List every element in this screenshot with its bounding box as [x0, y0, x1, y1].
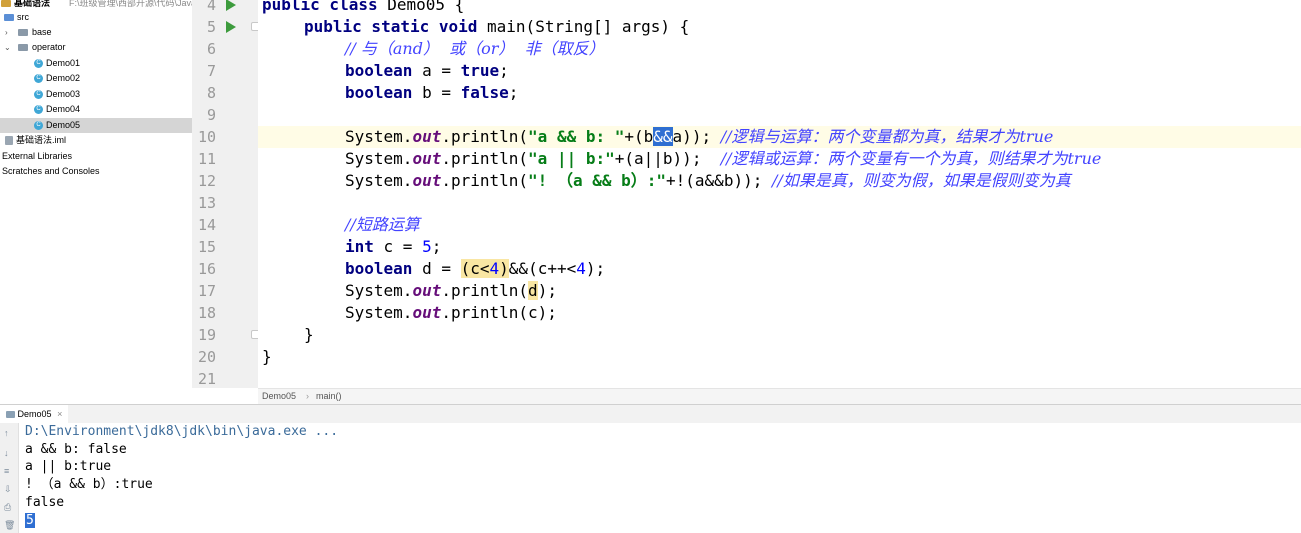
run-class-icon[interactable]: [226, 0, 236, 11]
code-line-6: // 与（and） 或（or） 非（取反）: [345, 39, 605, 58]
line-number: 6: [206, 40, 216, 58]
line-number: 14: [197, 216, 216, 234]
java-class-icon: C: [34, 59, 43, 68]
tree-item-iml[interactable]: 基础语法.iml: [0, 133, 192, 148]
text-selection: &&: [653, 127, 673, 146]
line-number: 15: [197, 238, 216, 256]
line-number: 16: [197, 260, 216, 278]
code-line-17: System.out.println(d);: [345, 281, 557, 300]
package-icon: [18, 29, 28, 36]
run-tool-window-header: Demo05 ×: [0, 404, 1301, 424]
line-number: 19: [197, 326, 216, 344]
code-line-8: boolean b = false;: [345, 83, 519, 102]
line-number: 8: [206, 84, 216, 102]
breadcrumb-separator-icon: ›: [306, 391, 309, 401]
tree-item-base[interactable]: › base: [0, 25, 192, 40]
console-output-line: 5: [25, 512, 35, 530]
code-line-19: }: [304, 325, 314, 344]
tree-item-demo05[interactable]: C Demo05: [0, 118, 192, 133]
package-icon: [18, 44, 28, 51]
source-folder-icon: [4, 14, 14, 21]
tree-item-demo04[interactable]: C Demo04: [0, 102, 192, 117]
tree-item-external-libraries[interactable]: External Libraries: [0, 149, 192, 164]
tree-item-label: Demo01: [46, 58, 81, 68]
tree-item-label: 基础语法.iml: [16, 135, 66, 145]
line-number: 21: [197, 370, 216, 388]
line-number: 4: [206, 0, 216, 14]
project-tree: 基础语法 F:\班级管理\西部开源\代码\JavaSE\基础 src › bas…: [0, 0, 192, 403]
console-output-line: false: [25, 495, 65, 510]
soft-wrap-icon[interactable]: ≡: [4, 467, 13, 476]
console-command-line: D:\Environment\jdk8\jdk\bin\java.exe ...: [25, 424, 339, 439]
java-class-icon: C: [34, 74, 43, 83]
tree-item-operator[interactable]: ⌄ operator: [0, 40, 192, 55]
tree-item-label: Demo04: [46, 104, 81, 114]
code-line-10: System.out.println("a && b: "+(b&&a)); /…: [345, 127, 1054, 146]
tree-item-label: base: [32, 27, 52, 37]
line-number: 13: [197, 194, 216, 212]
tree-item-label: src: [17, 12, 29, 22]
breadcrumb-method[interactable]: main(): [316, 389, 342, 404]
chevron-right-icon[interactable]: ›: [5, 25, 8, 40]
console-output-line: a || b:true: [25, 459, 112, 474]
line-number: 20: [197, 348, 216, 366]
trash-icon[interactable]: 🗑: [4, 521, 15, 530]
code-line-4: public class Demo05 {: [262, 0, 465, 14]
tree-item-label: Demo03: [46, 89, 81, 99]
code-editor[interactable]: public class Demo05 { public static void…: [258, 0, 1301, 388]
line-number: 12: [197, 172, 216, 190]
run-console[interactable]: ↑ ↓ ≡ ⇩ ⎙ 🗑 D:\Environment\jdk8\jdk\bin\…: [0, 423, 1301, 533]
editor-gutter: 4 5 6 7 8 9 10 11 12 13 14 15 16 17 18 1…: [192, 0, 276, 388]
java-class-icon: C: [34, 90, 43, 99]
tree-item-src[interactable]: src: [0, 10, 192, 25]
code-line-11: System.out.println("a || b:"+(a||b)); //…: [345, 149, 1102, 168]
line-number: 9: [206, 106, 216, 124]
code-line-7: boolean a = true;: [345, 61, 509, 80]
breadcrumb: Demo05 › main(): [258, 388, 1301, 404]
code-line-12: System.out.println("! （a && b）:"+!(a&&b)…: [345, 171, 1071, 190]
line-number: 17: [197, 282, 216, 300]
java-class-icon: C: [34, 105, 43, 114]
breadcrumb-class[interactable]: Demo05: [262, 389, 296, 404]
line-number: 18: [197, 304, 216, 322]
print-icon[interactable]: ⎙: [4, 503, 13, 512]
tree-item-scratches[interactable]: Scratches and Consoles: [0, 164, 192, 179]
module-file-icon: [5, 136, 13, 145]
brace-match-highlight: (c<4): [460, 259, 509, 278]
chevron-down-icon[interactable]: ⌄: [4, 40, 11, 55]
tree-item-label: External Libraries: [2, 151, 73, 161]
code-line-20: }: [262, 347, 272, 366]
run-tab-label: Demo05: [17, 409, 52, 419]
close-icon[interactable]: ×: [57, 409, 62, 419]
code-line-5: public static void main(String[] args) {: [304, 17, 690, 36]
code-line-18: System.out.println(c);: [345, 303, 557, 322]
tree-item-demo02[interactable]: C Demo02: [0, 71, 192, 86]
code-line-16: boolean d = (c<4)&&(c++<4);: [345, 259, 606, 278]
run-tab-demo05[interactable]: Demo05 ×: [0, 405, 69, 423]
line-number: 11: [197, 150, 216, 168]
code-line-15: int c = 5;: [345, 237, 442, 256]
line-number: 7: [206, 62, 216, 80]
console-output-line: ! （a && b）:true: [25, 477, 153, 492]
code-line-14: //短路运算: [345, 215, 420, 234]
tree-item-label: Scratches and Consoles: [2, 166, 100, 176]
project-folder-icon: [1, 0, 11, 7]
tree-item-demo01[interactable]: C Demo01: [0, 56, 192, 71]
run-config-icon: [6, 411, 15, 419]
scroll-to-end-icon[interactable]: ⇩: [4, 485, 13, 494]
tree-item-demo03[interactable]: C Demo03: [0, 87, 192, 102]
console-output-line: a && b: false: [25, 442, 127, 457]
scroll-up-icon[interactable]: ↑: [4, 429, 13, 438]
tree-item-label: operator: [32, 42, 66, 52]
tree-item-label: Demo02: [46, 73, 81, 83]
console-selected-text: 5: [25, 513, 35, 528]
java-class-icon: C: [34, 121, 43, 130]
console-toolbar: ↑ ↓ ≡ ⇩ ⎙ 🗑: [0, 423, 19, 533]
run-main-icon[interactable]: [226, 21, 236, 33]
scroll-down-icon[interactable]: ↓: [4, 449, 13, 458]
tree-item-label: Demo05: [46, 120, 81, 130]
line-number: 10: [197, 128, 216, 146]
line-number: 5: [206, 18, 216, 36]
